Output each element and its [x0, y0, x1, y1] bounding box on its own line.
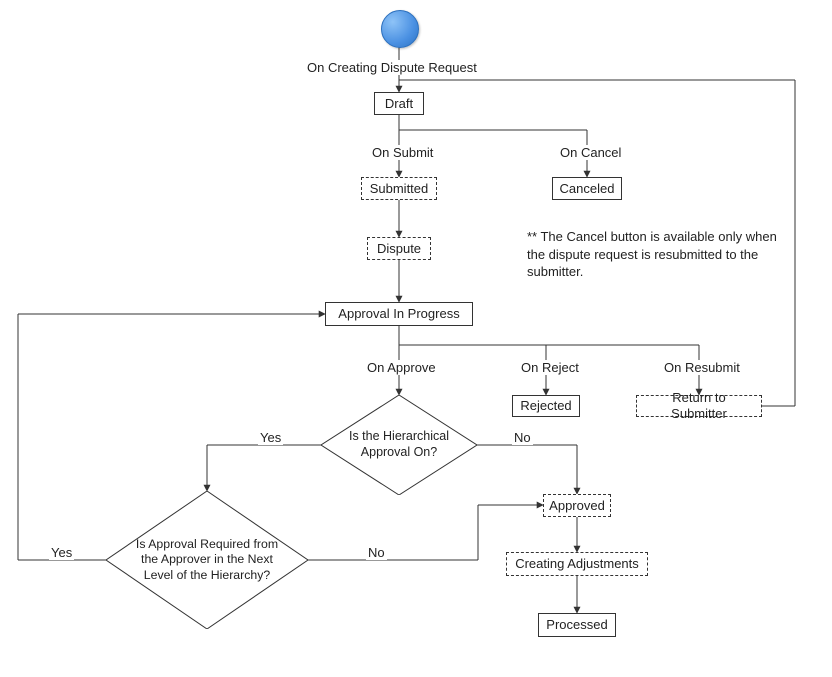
decision-hierarchical-approval: Is the Hierarchical Approval On? [321, 395, 477, 495]
state-submitted: Submitted [361, 177, 437, 200]
state-canceled: Canceled [552, 177, 622, 200]
state-approved: Approved [543, 494, 611, 517]
decision-next-level-approval-label: Is Approval Required from the Approver i… [106, 491, 308, 629]
state-processed: Processed [538, 613, 616, 637]
state-submitted-label: Submitted [370, 181, 429, 197]
state-approval-in-progress: Approval In Progress [325, 302, 473, 326]
state-return-to-submitter: Return to Submitter [636, 395, 762, 417]
decision-hierarchical-approval-label: Is the Hierarchical Approval On? [321, 395, 477, 495]
edge-label-d1-yes: Yes [258, 430, 283, 445]
edge-label-d1-no: No [512, 430, 533, 445]
state-return-to-submitter-label: Return to Submitter [643, 390, 755, 421]
edge-label-on-submit: On Submit [370, 145, 435, 160]
state-dispute: Dispute [367, 237, 431, 260]
state-processed-label: Processed [546, 617, 607, 633]
state-rejected: Rejected [512, 395, 580, 417]
state-rejected-label: Rejected [520, 398, 571, 414]
edge-label-on-resubmit: On Resubmit [662, 360, 742, 375]
edge-label-on-creating: On Creating Dispute Request [305, 60, 479, 75]
cancel-note: ** The Cancel button is available only w… [525, 228, 789, 281]
state-creating-adjustments-label: Creating Adjustments [515, 556, 639, 572]
edge-label-d2-yes: Yes [49, 545, 74, 560]
state-canceled-label: Canceled [560, 181, 615, 197]
state-creating-adjustments: Creating Adjustments [506, 552, 648, 576]
state-draft: Draft [374, 92, 424, 115]
start-node [381, 10, 419, 48]
state-dispute-label: Dispute [377, 241, 421, 257]
decision-next-level-approval: Is Approval Required from the Approver i… [106, 491, 308, 629]
edge-label-d2-no: No [366, 545, 387, 560]
state-approved-label: Approved [549, 498, 605, 514]
state-draft-label: Draft [385, 96, 413, 112]
edge-label-on-approve: On Approve [365, 360, 438, 375]
edge-label-on-cancel: On Cancel [558, 145, 623, 160]
state-approval-in-progress-label: Approval In Progress [338, 306, 459, 322]
edge-label-on-reject: On Reject [519, 360, 581, 375]
